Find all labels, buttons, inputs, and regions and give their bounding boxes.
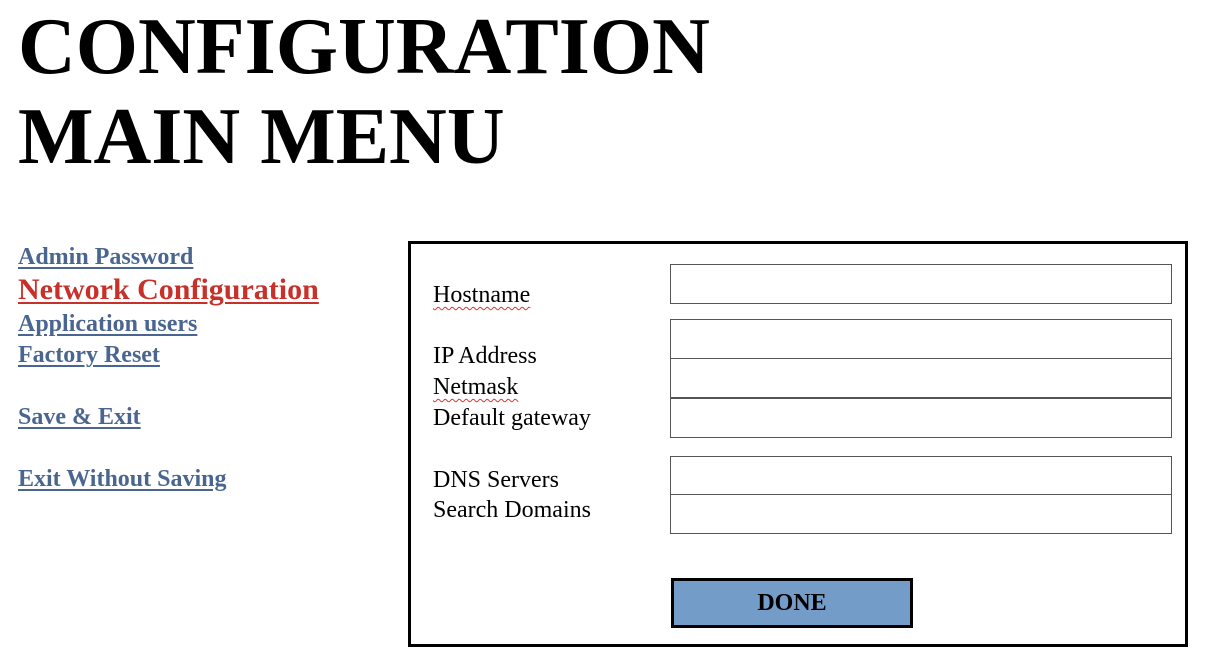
done-button[interactable]: DONE	[671, 578, 913, 628]
sidebar-item-exit-without-saving[interactable]: Exit Without Saving	[18, 465, 227, 493]
sidebar-item-save-exit[interactable]: Save & Exit	[18, 403, 141, 431]
default-gateway-input[interactable]	[670, 398, 1172, 438]
ip-address-input[interactable]	[670, 319, 1172, 359]
sidebar-item-network-configuration[interactable]: Network Configuration	[18, 273, 319, 307]
sidebar-item-factory-reset[interactable]: Factory Reset	[18, 341, 160, 369]
default-gateway-label: Default gateway	[433, 405, 591, 431]
netmask-input[interactable]	[670, 358, 1172, 398]
search-domains-label: Search Domains	[433, 497, 591, 523]
netmask-label: Netmask	[433, 374, 519, 400]
dns-servers-input[interactable]	[670, 456, 1172, 496]
sidebar-item-admin-password[interactable]: Admin Password	[18, 243, 193, 271]
dns-servers-label: DNS Servers	[433, 467, 559, 493]
page-title: CONFIGURATION MAIN MENU	[18, 2, 710, 182]
hostname-input[interactable]	[670, 264, 1172, 304]
ip-address-label: IP Address	[433, 343, 537, 369]
sidebar-item-application-users[interactable]: Application users	[18, 310, 197, 338]
page-title-line-1: CONFIGURATION	[18, 3, 710, 91]
hostname-label: Hostname	[433, 282, 531, 308]
page-title-line-2: MAIN MENU	[18, 93, 505, 181]
network-configuration-panel: Hostname IP Address Netmask Default gate…	[408, 241, 1188, 647]
search-domains-input[interactable]	[670, 494, 1172, 534]
